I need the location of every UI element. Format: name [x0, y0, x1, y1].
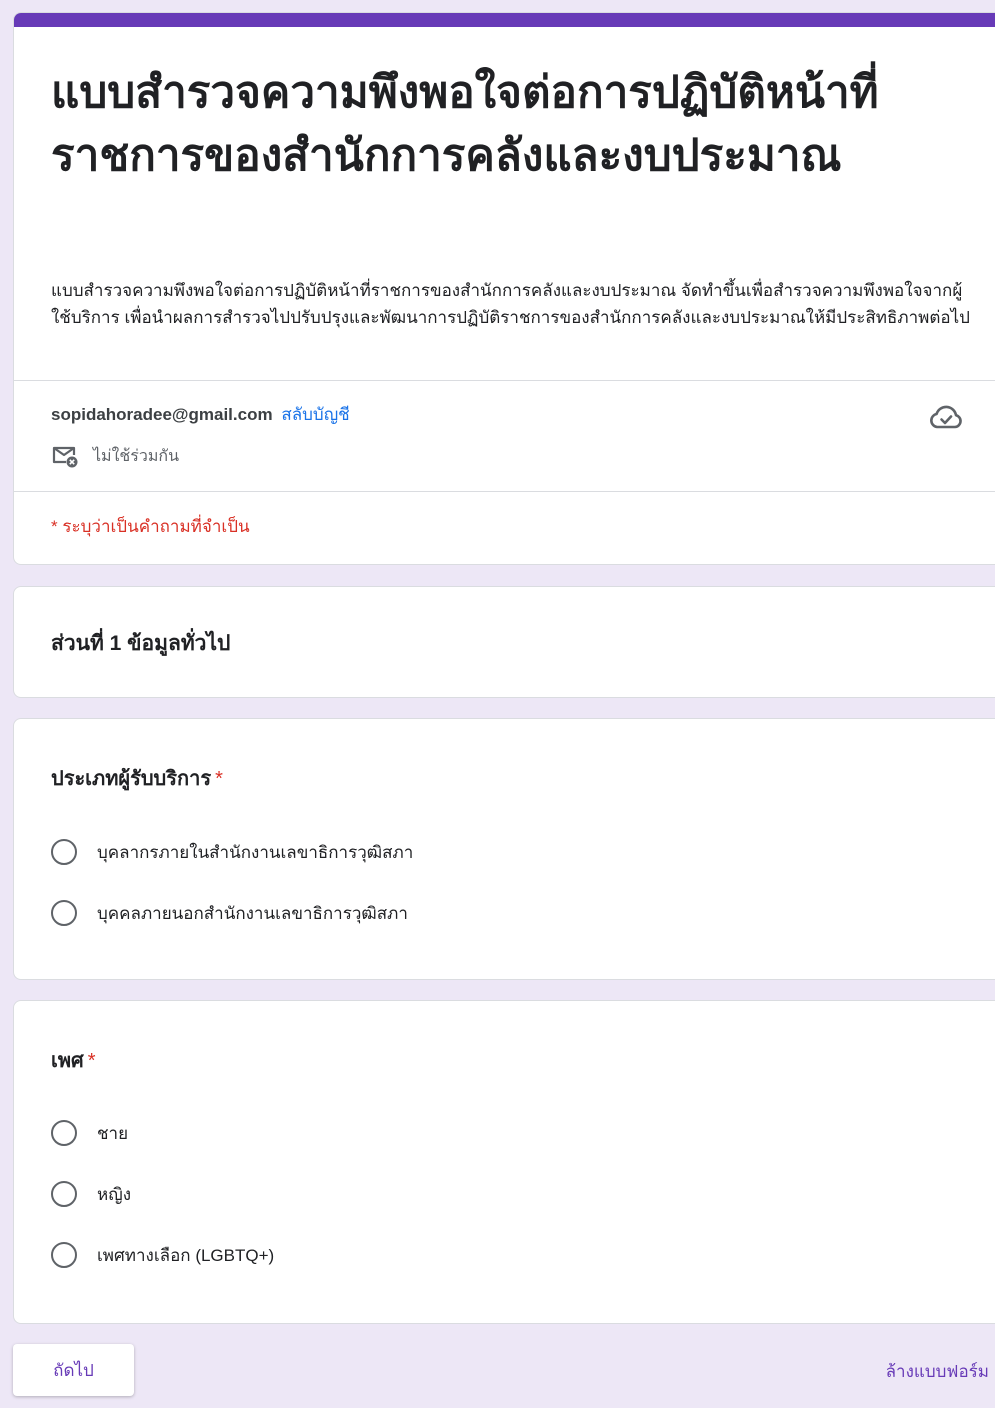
radio-button[interactable] [51, 1181, 77, 1207]
section-title: ส่วนที่ 1 ข้อมูลทั่วไป [51, 632, 231, 655]
divider [14, 491, 995, 492]
not-shared-label: ไม่ใช้ร่วมกัน [93, 447, 180, 465]
radio-option-external-person[interactable]: บุคคลภายนอกสำนักงานเลขาธิการวุฒิสภา [51, 896, 408, 930]
question-title-text: เพศ [51, 1050, 84, 1072]
radio-option-male[interactable]: ชาย [51, 1116, 128, 1150]
mail-not-shared-icon [52, 446, 78, 468]
form-header-card: แบบสำรวจความพึงพอใจต่อการปฏิบัติหน้าที่ร… [13, 12, 995, 565]
question-title-text: ประเภทผู้รับบริการ [51, 768, 212, 790]
switch-account-link[interactable]: สลับบัญชี [281, 405, 349, 424]
form-title: แบบสำรวจความพึงพอใจต่อการปฏิบัติหน้าที่ร… [51, 68, 879, 180]
radio-option-lgbtq[interactable]: เพศทางเลือก (LGBTQ+) [51, 1238, 274, 1272]
option-label: ชาย [97, 1123, 129, 1143]
account-info: sopidahoradee@gmail.com สลับบัญชี [51, 401, 350, 428]
clear-form-button[interactable]: ล้างแบบฟอร์ม [886, 1358, 989, 1385]
radio-option-internal-staff[interactable]: บุคลากรภายในสำนักงานเลขาธิการวุฒิสภา [51, 835, 413, 869]
question-title: เพศ * [51, 1044, 96, 1076]
required-asterisk: * [215, 768, 223, 790]
account-email: sopidahoradee@gmail.com [51, 405, 273, 424]
radio-option-female[interactable]: หญิง [51, 1177, 131, 1211]
cloud-saved-icon[interactable] [928, 403, 964, 433]
question-card-service-type: ประเภทผู้รับบริการ * บุคลากรภายในสำนักงาน… [13, 718, 995, 980]
section-header-card: ส่วนที่ 1 ข้อมูลทั่วไป [13, 586, 995, 698]
theme-accent-bar [14, 13, 995, 27]
option-label: เพศทางเลือก (LGBTQ+) [97, 1245, 275, 1265]
question-title: ประเภทผู้รับบริการ * [51, 762, 223, 794]
required-note: * ระบุว่าเป็นคำถามที่จำเป็น [51, 517, 250, 536]
option-label: หญิง [97, 1184, 131, 1204]
radio-button[interactable] [51, 839, 77, 865]
radio-button[interactable] [51, 900, 77, 926]
not-shared-indicator: ไม่ใช้ร่วมกัน [51, 443, 179, 469]
radio-button[interactable] [51, 1242, 77, 1268]
required-asterisk: * [87, 1050, 96, 1072]
question-card-gender: เพศ * ชาย หญิง เพศทางเลือก (LGBTQ+) [13, 1000, 995, 1324]
radio-button[interactable] [51, 1120, 77, 1146]
form-description: แบบสำรวจความพึงพอใจต่อการปฏิบัติหน้าที่ร… [51, 281, 970, 327]
option-label: บุคลากรภายในสำนักงานเลขาธิการวุฒิสภา [97, 842, 414, 862]
divider [14, 380, 995, 381]
option-label: บุคคลภายนอกสำนักงานเลขาธิการวุฒิสภา [97, 903, 408, 923]
next-button[interactable]: ถัดไป [13, 1344, 134, 1396]
